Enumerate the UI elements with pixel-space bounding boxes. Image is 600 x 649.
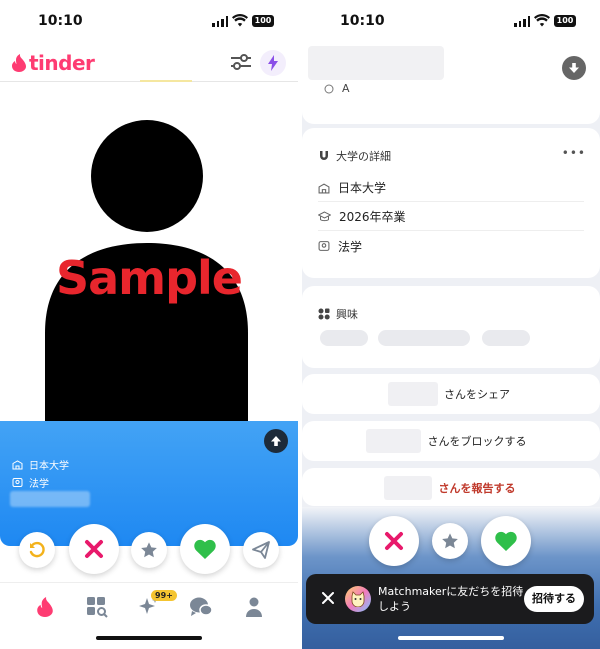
right-screen: 10:10 100 A 大学の詳細 ••• 日本大学 2026年卒業 法学 興味… — [302, 0, 600, 649]
rewind-icon — [29, 541, 45, 558]
cellular-signal-icon — [514, 16, 530, 27]
interest-tag — [378, 330, 470, 346]
profile-header: A — [302, 44, 600, 124]
tab-home[interactable] — [33, 595, 57, 619]
like-button[interactable] — [481, 516, 531, 566]
graduation-row: 2026年卒業 — [318, 203, 584, 231]
card-title: 興味 — [318, 306, 358, 322]
logo-text: tinder — [29, 51, 95, 75]
send-button[interactable] — [243, 532, 279, 568]
lightning-bolt-icon — [268, 55, 278, 71]
partial-text: A — [342, 82, 350, 95]
blurred-name — [308, 46, 444, 80]
x-icon — [385, 532, 403, 550]
heart-icon — [194, 539, 216, 559]
arrow-down-icon — [569, 63, 579, 73]
bottom-tab-bar: 99+ — [0, 582, 298, 632]
like-button[interactable] — [180, 524, 230, 574]
school-building-icon — [318, 183, 330, 193]
nope-button[interactable] — [369, 516, 419, 566]
battery-indicator: 100 — [252, 15, 274, 27]
close-toast-button[interactable] — [318, 588, 338, 608]
paper-plane-icon — [252, 541, 270, 559]
sample-watermark: Sample — [56, 251, 243, 305]
star-icon — [442, 533, 458, 549]
tab-messages[interactable] — [189, 595, 213, 619]
status-time: 10:10 — [38, 13, 83, 29]
home-indicator — [96, 636, 202, 640]
cat-face-icon — [351, 591, 365, 607]
report-profile-button[interactable]: さんを報告する — [302, 468, 600, 506]
diploma-icon — [318, 241, 330, 251]
wifi-icon — [232, 14, 248, 27]
tab-profile[interactable] — [242, 595, 266, 619]
interests-icon — [318, 308, 330, 320]
status-bar: 10:10 100 — [0, 0, 298, 44]
home-indicator — [398, 636, 504, 640]
notification-badge: 99+ — [151, 590, 177, 601]
university-row: 日本大学 — [12, 457, 69, 472]
nope-button[interactable] — [69, 524, 119, 574]
tab-explore[interactable] — [85, 595, 109, 619]
app-header: tinder — [0, 44, 298, 82]
cellular-signal-icon — [212, 16, 228, 27]
matchmaker-toast: Matchmakerに友だちを招待しよう 招待する — [306, 574, 594, 624]
rewind-button[interactable] — [19, 532, 55, 568]
header-accent — [140, 80, 192, 82]
interests-card: 興味 — [302, 286, 600, 368]
university-name: 日本大学 — [29, 461, 69, 472]
chat-bubbles-icon — [190, 597, 213, 616]
left-screen: 10:10 100 tinder Sample 日本大学 法学 99+ — [0, 0, 298, 649]
diploma-icon — [12, 478, 23, 487]
tinder-logo[interactable]: tinder — [12, 51, 95, 75]
school-building-icon — [12, 460, 23, 470]
swipe-actions — [0, 524, 298, 574]
flame-icon — [37, 597, 53, 617]
profile-photo[interactable]: Sample — [0, 83, 298, 448]
grid-search-icon — [87, 597, 108, 618]
super-like-button[interactable] — [432, 523, 468, 559]
graduation-cap-icon — [318, 210, 331, 221]
major-row: 法学 — [12, 475, 49, 490]
arrow-up-icon — [271, 436, 281, 446]
flame-icon — [12, 54, 26, 72]
major-row: 法学 — [318, 232, 584, 260]
heart-icon — [495, 531, 517, 551]
magnet-icon — [320, 151, 328, 160]
battery-indicator: 100 — [554, 15, 576, 27]
expand-profile-button[interactable] — [264, 429, 288, 453]
partial-row: A — [324, 82, 350, 95]
invite-button[interactable]: 招待する — [524, 586, 584, 612]
boost-button[interactable] — [260, 50, 286, 76]
interest-tag — [482, 330, 530, 346]
status-bar: 10:10 100 — [302, 0, 600, 44]
star-icon — [141, 542, 157, 558]
blurred-text — [10, 491, 90, 507]
super-like-button[interactable] — [131, 532, 167, 568]
major-name: 法学 — [29, 479, 49, 490]
share-profile-button[interactable]: さんをシェア — [302, 374, 600, 414]
collapse-profile-button[interactable] — [562, 56, 586, 80]
toast-message: Matchmakerに友だちを招待しよう — [378, 585, 524, 613]
university-row: 日本大学 — [318, 174, 584, 202]
close-icon — [322, 592, 334, 604]
interest-tag — [320, 330, 368, 346]
more-options-button[interactable]: ••• — [562, 146, 586, 160]
tab-gold[interactable]: 99+ — [137, 590, 177, 619]
person-icon — [246, 597, 262, 617]
wifi-icon — [534, 14, 550, 27]
block-profile-button[interactable]: さんをブロックする — [302, 421, 600, 461]
x-icon — [85, 540, 103, 558]
filter-sliders-icon[interactable] — [230, 52, 252, 72]
card-title: 大学の詳細 — [318, 148, 391, 164]
status-time: 10:10 — [340, 13, 385, 29]
university-details-card: 大学の詳細 ••• 日本大学 2026年卒業 法学 — [302, 128, 600, 278]
circle-icon — [324, 84, 334, 93]
matchmaker-avatar-icon — [345, 586, 371, 612]
